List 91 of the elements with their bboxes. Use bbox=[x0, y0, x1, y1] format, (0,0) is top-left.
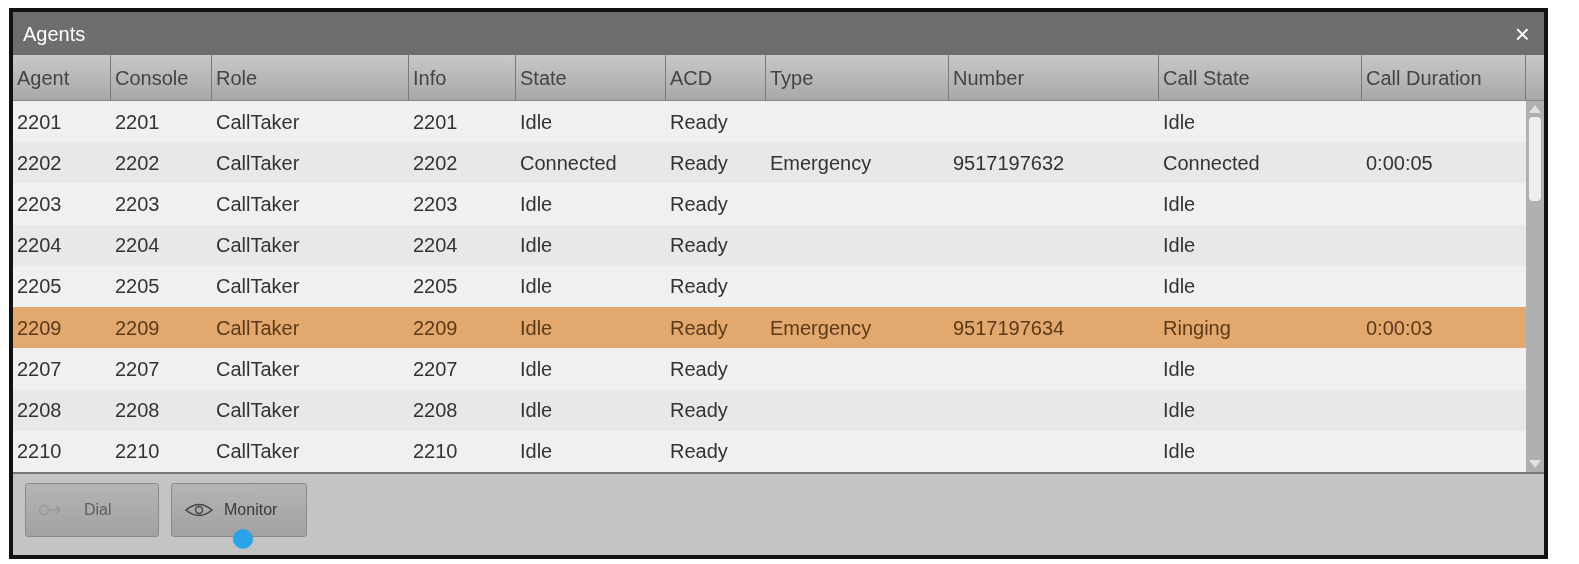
table-cell-text: Connected bbox=[520, 150, 617, 176]
table-cell-text: CallTaker bbox=[216, 398, 300, 424]
table-cell-text: 2204 bbox=[413, 233, 458, 259]
table-cell-text: Idle bbox=[520, 274, 553, 300]
table-cell-text: CallTaker bbox=[216, 109, 300, 135]
table-cell-text: 2201 bbox=[17, 109, 62, 135]
table-cell-text: CallTaker bbox=[216, 356, 300, 382]
table-cell-text: Idle bbox=[520, 109, 553, 135]
table-cell-text: 2209 bbox=[17, 315, 62, 341]
table-cell-text: CallTaker bbox=[216, 274, 300, 300]
table-cell-text: 2203 bbox=[413, 192, 458, 218]
table-cell-text: 2201 bbox=[115, 109, 160, 135]
table-cell-text: Emergency bbox=[770, 150, 872, 176]
table-cell-text: Idle bbox=[1163, 192, 1196, 218]
eye-icon bbox=[184, 502, 214, 518]
table-cell-text: Ready bbox=[670, 315, 728, 341]
table-cell-text: CallTaker bbox=[216, 192, 300, 218]
scrollbar-thumb[interactable] bbox=[1529, 117, 1541, 201]
table-cell-text: 2207 bbox=[17, 356, 62, 382]
monitor-button[interactable]: Monitor bbox=[171, 483, 307, 537]
table-cell-text: Idle bbox=[520, 233, 553, 259]
scrollbar[interactable] bbox=[1526, 101, 1544, 472]
column-header[interactable]: Role bbox=[212, 55, 409, 100]
column-header[interactable]: Number bbox=[949, 55, 1159, 100]
table-cell-text: Idle bbox=[520, 439, 553, 465]
table-cell-text: Ready bbox=[670, 356, 728, 382]
column-header[interactable]: Console bbox=[111, 55, 212, 100]
table-cell-text: Emergency bbox=[770, 315, 872, 341]
table-cell-text: CallTaker bbox=[216, 233, 300, 259]
table-cell-text: 2210 bbox=[115, 439, 160, 465]
table-cell-text: Idle bbox=[520, 192, 553, 218]
table-cell-text: 2204 bbox=[115, 233, 160, 259]
table-cell-text: 2203 bbox=[115, 192, 160, 218]
column-header[interactable]: Call Duration bbox=[1362, 55, 1526, 100]
table-row[interactable]: 2208 2208 CallTaker 2208 Idle Ready Idle bbox=[13, 389, 1526, 431]
column-header[interactable]: Agent bbox=[13, 55, 111, 100]
table-cell-text: 2203 bbox=[17, 192, 62, 218]
table-row[interactable]: 2209 2209 CallTaker 2209 Idle Ready Emergency 9517197634 Ringing 0:00:03 bbox=[13, 307, 1526, 349]
table-row[interactable]: 2202 2202 CallTaker 2202 Connected Ready Emergency 9517197632 Connected 0:00:05 bbox=[13, 142, 1526, 184]
table-cell-text: 2208 bbox=[413, 398, 458, 424]
column-header[interactable]: Call State bbox=[1159, 55, 1362, 100]
table-cell-text: 2207 bbox=[115, 356, 160, 382]
column-header[interactable]: Info bbox=[409, 55, 516, 100]
table-cell-text: Idle bbox=[1163, 233, 1196, 259]
table-cell-text: Ready bbox=[670, 150, 728, 176]
scroll-down-icon[interactable] bbox=[1529, 460, 1541, 468]
table-cell-text: 2209 bbox=[413, 315, 458, 341]
table-cell-text: 2208 bbox=[115, 398, 160, 424]
table-cell-text: Ready bbox=[670, 233, 728, 259]
table-cell-text: Connected bbox=[1163, 150, 1260, 176]
table-cell-text: 2208 bbox=[17, 398, 62, 424]
table-cell-text: 0:00:05 bbox=[1366, 150, 1433, 176]
table-cell-text: Idle bbox=[520, 315, 553, 341]
table-cell-text: 2210 bbox=[17, 439, 62, 465]
table-cell-text: 9517197632 bbox=[953, 150, 1065, 176]
close-button[interactable]: × bbox=[1510, 20, 1534, 47]
scroll-up-icon[interactable] bbox=[1529, 105, 1541, 113]
table-cell-text: Ready bbox=[670, 192, 728, 218]
table-cell-text: Idle bbox=[1163, 439, 1196, 465]
table-cell-text: Idle bbox=[520, 398, 553, 424]
table-cell-text: Ready bbox=[670, 109, 728, 135]
table-cell-text: 9517197634 bbox=[953, 315, 1065, 341]
table-cell-text: 2207 bbox=[413, 356, 458, 382]
table-cell-text: 2205 bbox=[17, 274, 62, 300]
table-cell-text: 2209 bbox=[115, 315, 160, 341]
table-cell-text: 2202 bbox=[17, 150, 62, 176]
table-cell-text: 2205 bbox=[413, 274, 458, 300]
table-cell-text: 2204 bbox=[17, 233, 62, 259]
table-cell-text: CallTaker bbox=[216, 150, 300, 176]
table-cell-text: 2202 bbox=[115, 150, 160, 176]
table-row[interactable]: 2204 2204 CallTaker 2204 Idle Ready Idle bbox=[13, 224, 1526, 266]
table-cell-text: CallTaker bbox=[216, 315, 300, 341]
table-cell-text: Ready bbox=[670, 274, 728, 300]
table-cell-text: Idle bbox=[1163, 274, 1196, 300]
table-cell-text: 0:00:03 bbox=[1366, 315, 1433, 341]
table-cell-text: Idle bbox=[520, 356, 553, 382]
table-cell-text: 2201 bbox=[413, 109, 458, 135]
column-header[interactable]: Type bbox=[766, 55, 949, 100]
window-title: Agents bbox=[23, 21, 86, 47]
table-cell-text: Idle bbox=[1163, 109, 1196, 135]
table-cell-text: 2210 bbox=[413, 439, 458, 465]
table-cell-text: Ready bbox=[670, 398, 728, 424]
column-header[interactable]: State bbox=[516, 55, 666, 100]
table-cell-text: 2202 bbox=[413, 150, 458, 176]
table-cell-text: Idle bbox=[1163, 398, 1196, 424]
table-cell-text: Ringing bbox=[1163, 315, 1231, 341]
table-cell-text: CallTaker bbox=[216, 439, 300, 465]
table-cell-text: 2205 bbox=[115, 274, 160, 300]
table-cell-text: Ready bbox=[670, 439, 728, 465]
table-cell-text: Idle bbox=[1163, 356, 1196, 382]
column-header[interactable]: ACD bbox=[666, 55, 766, 100]
